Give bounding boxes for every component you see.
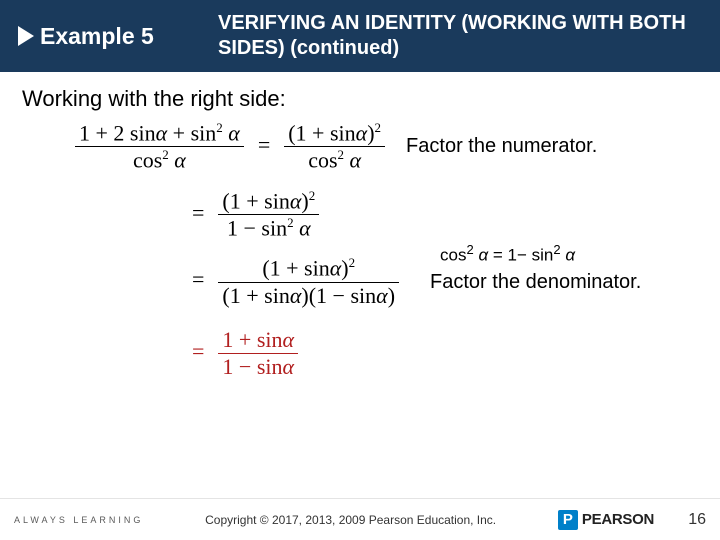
always-learning-text: ALWAYS LEARNING xyxy=(14,515,143,525)
slide-header: Example 5 VERIFYING AN IDENTITY (WORKING… xyxy=(0,0,720,72)
slide-body: Working with the right side: 1 + 2 sinα … xyxy=(0,72,720,492)
example-label-box: Example 5 xyxy=(18,23,198,50)
intro-text: Working with the right side: xyxy=(22,86,698,112)
equation-result: = 1 + sinα 1 − sinα xyxy=(192,327,301,380)
note-factor-numerator: Factor the numerator. xyxy=(406,135,597,158)
page-number: 16 xyxy=(666,511,706,529)
copyright-text: Copyright © 2017, 2013, 2009 Pearson Edu… xyxy=(143,513,558,527)
equation-step3: = (1 + sinα)2 (1 + sinα)(1 − sinα) xyxy=(192,255,402,308)
slide-footer: ALWAYS LEARNING Copyright © 2017, 2013, … xyxy=(0,498,720,540)
pearson-mark-icon: P xyxy=(558,510,578,530)
pearson-logo: P PEARSON xyxy=(558,510,654,530)
equation-row-1: 1 + 2 sinα + sin2 α cos2 α = (1 + sinα)2… xyxy=(72,120,698,174)
example-label: Example 5 xyxy=(40,23,154,50)
note-factor-denominator: Factor the denominator. xyxy=(430,270,641,294)
equation-row-2: = (1 + sinα)2 1 − sin2 α xyxy=(192,188,698,242)
cos-squared-identity: cos2 α = 1− sin2 α xyxy=(440,242,575,266)
equation-row-4: = 1 + sinα 1 − sinα xyxy=(192,327,698,380)
slide-title: VERIFYING AN IDENTITY (WORKING WITH BOTH… xyxy=(198,11,702,61)
play-icon xyxy=(18,26,34,46)
equation-lhs: 1 + 2 sinα + sin2 α cos2 α = (1 + sinα)2… xyxy=(72,120,388,174)
equation-step2: = (1 + sinα)2 1 − sin2 α xyxy=(192,188,322,242)
pearson-brand-text: PEARSON xyxy=(582,511,654,528)
